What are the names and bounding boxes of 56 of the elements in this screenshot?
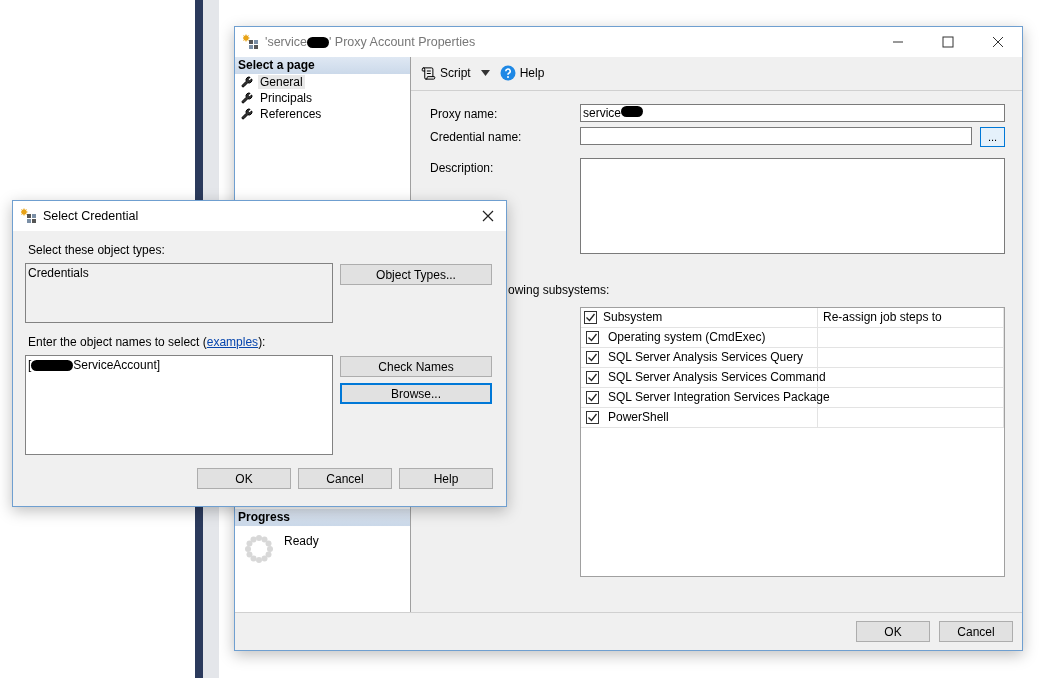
app-icon [21,208,37,224]
subsystem-name: Operating system (CmdExec) [608,330,766,345]
side-button[interactable]: Browse... [340,383,492,404]
spinner-icon [244,534,274,564]
subsystem-name: PowerShell [608,410,669,425]
script-button[interactable]: Script [419,63,473,83]
checkbox[interactable] [586,350,599,364]
dropdown-caret-icon[interactable] [480,70,490,77]
examples-link[interactable]: examples [206,335,259,349]
proxy-name-field[interactable]: service [580,103,1005,122]
help-button[interactable]: Help [497,63,547,84]
checkbox[interactable] [586,370,599,384]
subsystem-name: SQL Server Analysis Services Command [608,370,826,385]
checkbox[interactable] [586,330,599,344]
column-header: Subsystem [603,310,663,325]
names-label: Enter the object names to select (examples): [28,335,267,349]
field-label: Description: [430,159,495,175]
checkbox[interactable] [584,310,597,324]
window-title: 'service ' Proxy Account Properties [265,35,476,49]
pane-heading: Progress [235,509,410,526]
column-header: Re-assign job steps to [823,310,942,325]
object-names-field[interactable]: [ ServiceAccount] [25,355,333,455]
page-item[interactable]: General [258,75,305,89]
description-field[interactable] [580,157,1005,254]
checkbox[interactable] [586,390,599,404]
dialog-title: Select Credential [43,209,139,223]
pane-heading: Select a page [235,57,410,74]
scroll-icon [421,65,436,81]
field-label: Proxy name: [430,105,499,121]
wrench-icon [241,92,253,104]
subsystem-name: SQL Server Analysis Services Query [608,350,803,365]
subsystem-name: SQL Server Integration Services Package [608,390,830,405]
dialog-button[interactable]: Help [399,468,493,489]
progress-status: Ready [284,534,319,550]
dialog-button[interactable]: Cancel [298,468,392,489]
close-icon[interactable] [482,210,494,222]
checkbox[interactable] [586,410,599,424]
dialog-button[interactable]: OK [197,468,291,489]
subsystems-label: owing subsystems: [508,282,610,297]
dialog-button[interactable]: Cancel [939,621,1013,642]
wrench-icon [241,76,253,88]
field-label: Credential name: [430,128,523,144]
dialog-button[interactable]: OK [856,621,930,642]
help-icon [499,65,516,82]
close-icon[interactable] [992,36,1004,48]
object-types-field: Credentials [25,263,333,323]
page-item[interactable]: References [258,107,324,121]
browse-button[interactable]: ... [980,126,1005,147]
types-label: Select these object types: [28,243,166,257]
side-button[interactable]: Check Names [340,356,492,377]
credential-name-field[interactable] [580,126,972,145]
maximize-icon[interactable] [942,36,954,48]
wrench-icon [241,108,253,120]
app-icon [243,34,259,50]
object-types-button[interactable]: Object Types... [340,264,492,285]
page-item[interactable]: Principals [258,91,315,105]
